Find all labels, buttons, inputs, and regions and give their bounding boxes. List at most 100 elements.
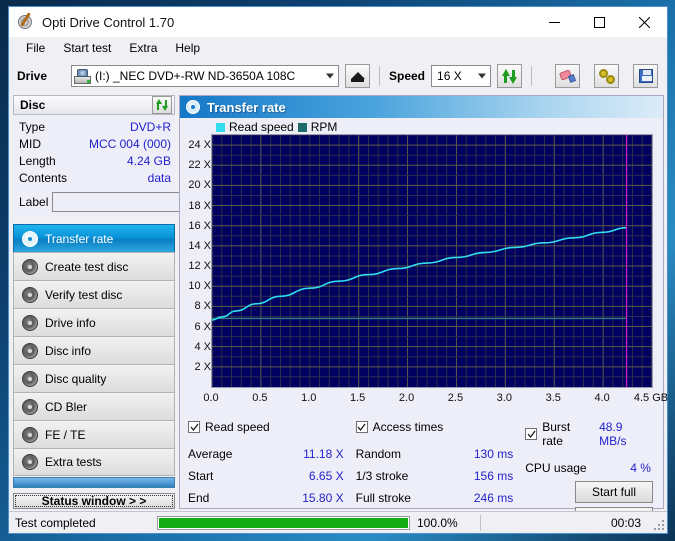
chart-x-tick: 4.0 [594,392,610,404]
chart-svg [212,135,652,387]
disc-icon [22,258,38,275]
cpu-usage-label: CPU usage [525,461,587,475]
main-body: Disc Type DVD+R MID MCC 004 (000) Length… [9,93,668,529]
drive-select-value: (I:) _NEC DVD+-RW ND-3650A 108C [95,69,296,83]
disc-type-value: DVD+R [129,120,171,134]
start-value: 6.65 X [308,469,344,483]
speed-label: Speed [389,69,426,83]
start-label: Start [188,469,214,483]
sidebar-item-label: CD Bler [45,399,88,414]
menu-help[interactable]: Help [166,39,209,57]
transfer-rate-chart: Read speed RPM 24 X 22 X 20 X 18 X 16 X 14 X 1… [180,118,668,414]
eraser-icon [558,69,577,83]
read-speed-stats: Read speed Average 11.18 X Start 6.65 X … [188,420,356,505]
disc-mid-value: MCC 004 (000) [88,137,171,151]
disc-icon [22,370,38,387]
legend-swatch-read-speed [216,122,225,132]
disc-label-row: Label [19,191,237,212]
chart-y-tick: 14 X [188,239,211,252]
minimize-button[interactable] [532,7,577,37]
progress-bar [157,515,410,530]
disc-length-value: 4.24 GB [126,154,171,168]
read-speed-title: Read speed [205,420,270,434]
eject-icon [350,71,365,79]
page-title: Transfer rate [207,99,286,115]
sidebar-item-disc-info[interactable]: Disc info [13,336,175,364]
sidebar-item-label: Transfer rate [45,231,114,246]
chart-legend: Read speed RPM [216,120,337,134]
toolbar-divider [531,66,533,86]
read-speed-checkbox[interactable] [188,421,200,433]
app-window: Opti Drive Control 1.70 File Start test … [8,6,668,534]
elapsed-time: 00:03 [610,515,641,530]
maximize-button[interactable] [577,7,622,37]
sidebar-item-extra-tests[interactable]: Extra tests [13,448,175,476]
disc-mid-label: MID [19,137,41,151]
floppy-save-icon [638,69,653,83]
disc-length-label: Length [19,154,56,168]
chart-x-axis: 0.0 0.5 1.0 1.5 2.0 2.5 3.0 3.5 4.0 4.5 GB [203,392,668,408]
chart-x-tick: 3.5 [545,392,561,404]
chart-x-tick: 0.0 [203,392,219,404]
stats-panel: Read speed Average 11.18 X Start 6.65 X … [180,414,663,529]
chart-y-tick: 10 X [188,280,211,293]
chart-x-tick: 2.5 [447,392,464,404]
status-window-button[interactable]: Status window > > [13,492,175,509]
sidebar-item-create-test-disc[interactable]: Create test disc [13,252,175,280]
close-button[interactable] [622,7,667,37]
status-bar: Test completed 100.0% 00:03 [9,511,667,533]
speed-select-value: 16 X [437,69,462,83]
settings-button[interactable] [594,64,620,88]
disc-contents-value: data [147,171,171,185]
disc-info-row-length: Length 4.24 GB [19,153,171,170]
legend-label-read-speed: Read speed [229,120,294,134]
chart-y-tick: 12 X [188,260,211,273]
access-times-checkbox[interactable] [355,421,368,433]
sidebar-item-label: Disc quality [45,371,107,386]
sidebar-item-transfer-rate[interactable]: Transfer rate [13,224,175,252]
full-stroke-value: 246 ms [473,491,514,505]
speed-select[interactable]: 16 X [431,65,492,87]
disc-info-row-mid: MID MCC 004 (000) [19,136,171,153]
burst-rate-checkbox[interactable] [525,428,538,440]
refresh-icon [502,68,518,84]
disc-info-panel: Type DVD+R MID MCC 004 (000) Length 4.24… [13,115,237,216]
access-times-title: Access times [372,420,444,434]
chevron-down-icon [326,73,334,79]
access-times-header: Access times [355,420,526,436]
random-label: Random [355,447,401,461]
sidebar-item-drive-info[interactable]: Drive info [13,308,175,336]
chart-y-tick: 2 X [194,360,211,373]
start-full-button[interactable]: Start full [574,481,653,503]
save-button[interactable] [633,64,659,88]
erase-button[interactable] [555,64,581,88]
eject-button[interactable] [345,64,370,88]
sidebar-item-fe-te[interactable]: FE / TE [13,420,175,448]
sidebar-item-disc-quality[interactable]: Disc quality [13,364,175,392]
sidebar-item-cd-bler[interactable]: CD Bler [13,392,175,420]
chart-y-tick: 6 X [194,320,211,333]
burst-rate-stats: Burst rate 48.9 MB/s CPU usage 4 % Start… [525,420,653,529]
sidebar-item-label: Verify test disc [45,287,123,302]
disc-type-label: Type [19,120,46,134]
disc-info-row-contents: Contents data [19,170,171,187]
content-header: Transfer rate [180,96,663,118]
cpu-usage-value: 4 % [630,461,651,475]
drive-toolbar: Drive (I:) _NEC DVD+-RW ND-3650A 108C Sp… [9,59,667,93]
legend-swatch-rpm [297,122,307,132]
disc-refresh-button[interactable] [152,96,172,114]
progress-percent: 100.0% [417,515,458,530]
drive-label: Drive [17,69,48,83]
drive-select[interactable]: (I:) _NEC DVD+-RW ND-3650A 108C [71,65,339,87]
disc-icon [22,286,38,303]
sidebar-item-verify-test-disc[interactable]: Verify test disc [13,280,175,308]
menu-file[interactable]: File [17,39,54,57]
legend-label-rpm: RPM [310,120,338,134]
resize-grip[interactable] [652,518,664,530]
menu-start-test[interactable]: Start test [54,39,120,57]
disc-icon [22,398,38,415]
sidebar-item-label: Drive info [45,315,96,330]
access-times-stats: Access times Random 130 ms 1/3 stroke 15… [355,420,526,505]
menu-extra[interactable]: Extra [120,39,166,57]
refresh-drive-button[interactable] [497,64,523,88]
